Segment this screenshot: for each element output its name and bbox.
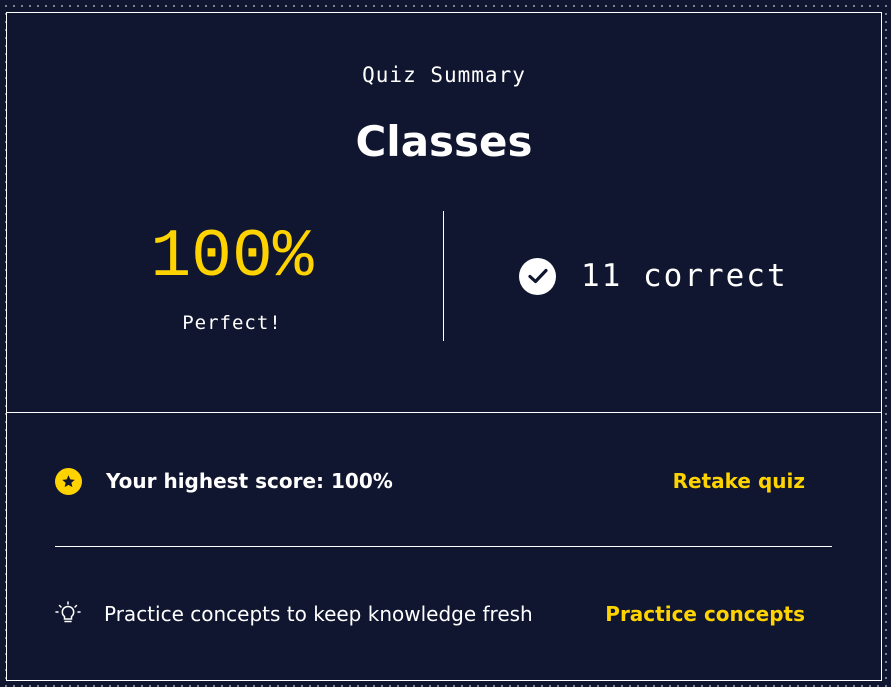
- practice-info: Practice concepts to keep knowledge fres…: [55, 601, 533, 627]
- highest-score-row: Your highest score: 100% Retake quiz: [55, 463, 805, 499]
- horizontal-divider: [55, 546, 832, 547]
- practice-row: Practice concepts to keep knowledge fres…: [55, 596, 805, 632]
- score-percent: 100%: [150, 219, 314, 296]
- star-badge-icon: [55, 467, 82, 495]
- score-message: Perfect!: [182, 312, 282, 334]
- practice-label: Practice concepts to keep knowledge fres…: [104, 602, 533, 626]
- highest-score-info: Your highest score: 100%: [55, 467, 393, 495]
- lightbulb-icon: [55, 601, 81, 627]
- highest-score-label: Your highest score: 100%: [106, 469, 393, 493]
- check-circle-icon: [519, 257, 556, 295]
- score-column: 100% Perfect!: [132, 218, 332, 334]
- quiz-title: Classes: [355, 117, 533, 166]
- correct-count-label: 11 correct: [581, 258, 788, 294]
- correct-count: 11 correct: [519, 256, 788, 296]
- practice-concepts-link[interactable]: Practice concepts: [605, 602, 805, 626]
- retake-quiz-link[interactable]: Retake quiz: [673, 469, 805, 493]
- quiz-summary-card: Quiz Summary Classes 100% Perfect! 11 co…: [6, 12, 882, 681]
- score-panel: Quiz Summary Classes 100% Perfect! 11 co…: [7, 13, 881, 413]
- summary-eyebrow: Quiz Summary: [362, 63, 526, 87]
- vertical-divider: [443, 211, 444, 341]
